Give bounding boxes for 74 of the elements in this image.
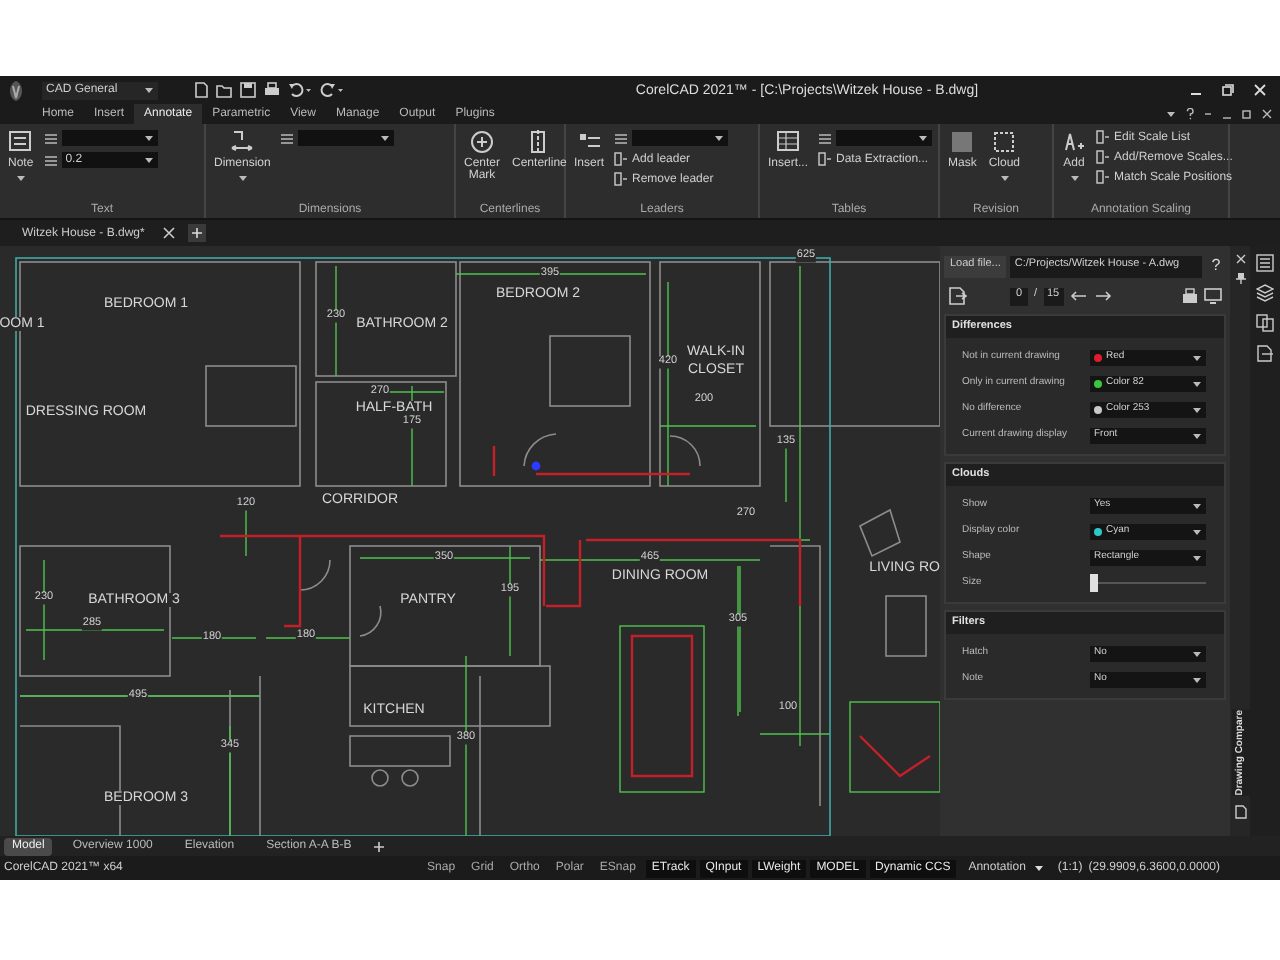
properties-icon[interactable]: [1256, 254, 1274, 272]
circle-crosshair-icon: [470, 130, 494, 154]
print-icon[interactable]: [264, 82, 280, 98]
help-button[interactable]: ?: [1206, 255, 1226, 277]
tool-icon: [614, 152, 629, 166]
save-icon[interactable]: [240, 82, 256, 98]
add-tab-icon[interactable]: [371, 839, 386, 853]
lines-icon: [43, 153, 58, 167]
tool-icon: [614, 172, 629, 186]
tool-icon: [1096, 130, 1110, 144]
caret-icon: [1192, 353, 1202, 361]
app-logo-icon: [6, 79, 26, 101]
new-file-icon[interactable]: [194, 82, 208, 98]
lines-icon: [43, 131, 58, 145]
compare-file-icon[interactable]: [948, 286, 968, 306]
size-slider[interactable]: [1090, 574, 1206, 592]
tool-icon: [1096, 170, 1110, 184]
caret-icon: [1192, 501, 1202, 509]
add-tab-icon[interactable]: [188, 224, 207, 242]
dimension-icon: [230, 130, 255, 154]
caret-icon: [1192, 527, 1202, 535]
folder-icon[interactable]: [216, 82, 232, 98]
caret-icon: [918, 134, 929, 142]
close-icon[interactable]: [162, 226, 177, 240]
restore-icon[interactable]: [1222, 84, 1234, 96]
copy-icon[interactable]: [1256, 314, 1274, 332]
pin-icon[interactable]: [1235, 272, 1245, 284]
lines-icon: [614, 131, 629, 145]
scale-add-icon: [1062, 130, 1086, 154]
close-icon[interactable]: [1235, 254, 1245, 264]
layers-icon[interactable]: [1256, 284, 1274, 302]
caret-icon[interactable]: [1166, 110, 1176, 118]
undo-icon[interactable]: [288, 82, 312, 98]
caret-icon: [999, 174, 1010, 182]
dropdown-field[interactable]: [61, 130, 158, 146]
table-icon: [776, 130, 800, 154]
caret-icon: [1192, 675, 1202, 683]
caret-icon: [1192, 431, 1202, 439]
help-icon[interactable]: [1186, 108, 1194, 120]
restore-icon[interactable]: [1242, 108, 1252, 120]
caret-icon: [15, 174, 26, 182]
caret-icon: [1192, 649, 1202, 657]
monitor-icon[interactable]: [1204, 288, 1222, 304]
caret-icon: [714, 134, 725, 142]
dropdown-field[interactable]: [632, 130, 729, 146]
close-icon[interactable]: [1262, 108, 1272, 120]
caret-icon: [1192, 379, 1202, 387]
slider-thumb[interactable]: [1090, 574, 1098, 592]
caret-icon: [1192, 553, 1202, 561]
caret-icon: [1033, 864, 1044, 872]
compare-file-icon[interactable]: [1256, 344, 1274, 362]
lines-icon: [818, 131, 833, 145]
note-sheet-icon: [8, 130, 33, 154]
compare-file-icon[interactable]: [1233, 804, 1247, 820]
left-arrow-icon[interactable]: [1069, 290, 1088, 302]
lines-icon: [280, 131, 295, 145]
grip-point-icon[interactable]: [531, 461, 541, 471]
redo-icon[interactable]: [320, 82, 344, 98]
dropdown-field[interactable]: [298, 130, 395, 146]
caret-icon: [144, 86, 154, 94]
close-icon[interactable]: [1254, 84, 1266, 96]
caret-icon: [1069, 174, 1079, 182]
dashed-square-icon: [992, 130, 1017, 154]
caret-icon: [1192, 405, 1202, 413]
caret-icon: [143, 156, 154, 164]
tool-icon: [1096, 150, 1110, 164]
right-arrow-icon[interactable]: [1093, 290, 1112, 302]
caret-icon: [237, 174, 248, 182]
tool-icon: [818, 152, 833, 166]
caret-icon: [380, 134, 391, 142]
dropdown-field[interactable]: [836, 130, 933, 146]
caret-icon: [143, 134, 154, 142]
print-icon[interactable]: [1182, 288, 1198, 304]
filled-square-icon: [950, 130, 975, 154]
